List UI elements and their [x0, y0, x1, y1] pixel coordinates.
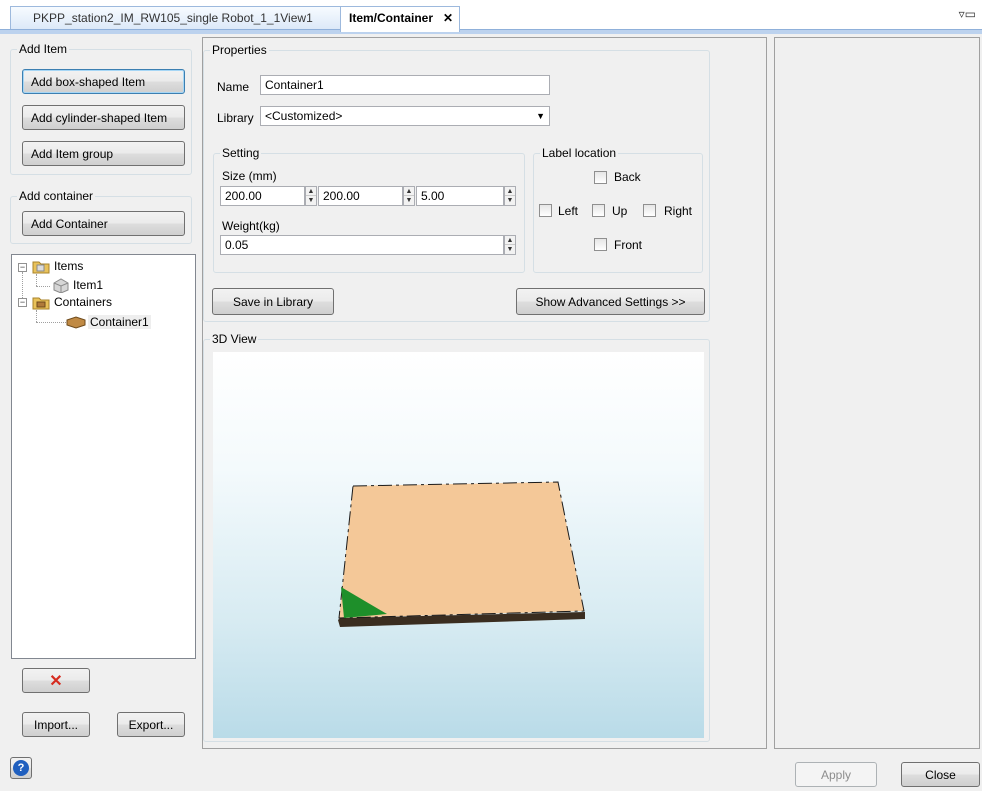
tree-node-containers[interactable]: Containers [54, 295, 112, 309]
up-label: Up [612, 204, 628, 218]
name-input[interactable]: Container1 [260, 75, 550, 95]
containers-folder-icon [32, 297, 50, 310]
chevron-down-icon: ▼ [536, 111, 545, 121]
back-label: Back [614, 170, 641, 184]
tree-connector [36, 274, 37, 286]
window-controls-icon[interactable]: ▿▭ [959, 7, 976, 21]
size-y-spinner[interactable]: ▲ ▼ [403, 186, 415, 206]
export-button[interactable]: Export... [117, 712, 185, 737]
tree-node-item1[interactable]: Item1 [73, 278, 103, 292]
3d-view-group-title: 3D View [210, 332, 259, 346]
items-folder-icon [32, 261, 50, 274]
library-selected-value: <Customized> [265, 109, 343, 123]
size-z-spinner[interactable]: ▲ ▼ [504, 186, 516, 206]
left-label: Left [558, 204, 579, 218]
size-x-spinner[interactable]: ▲ ▼ [305, 186, 317, 206]
add-box-item-button[interactable]: Add box-shaped Item [22, 69, 185, 94]
setting-group-title: Setting [220, 146, 262, 160]
document-tab-strip: PKPP_station2_IM_RW105_single Robot_1_1V… [0, 0, 982, 34]
size-label: Size (mm) [222, 169, 277, 183]
weight-spinner[interactable]: ▲ ▼ [504, 235, 516, 255]
apply-button[interactable]: Apply [795, 762, 877, 787]
tree-connector [36, 322, 66, 323]
tree-node-items[interactable]: Items [54, 259, 83, 273]
label-location-group-title: Label location [540, 146, 619, 160]
help-icon: ? [13, 760, 29, 776]
library-label: Library [217, 111, 254, 125]
add-container-button[interactable]: Add Container [22, 211, 185, 236]
size-y-input[interactable]: 200.00 [318, 186, 403, 206]
tab-station-view-label: PKPP_station2_IM_RW105_single Robot_1_1V… [33, 11, 313, 25]
left-checkbox[interactable] [539, 204, 552, 217]
delete-icon: ✕ [49, 672, 63, 690]
3d-viewport[interactable] [213, 352, 704, 738]
library-select[interactable]: <Customized> ▼ [260, 106, 550, 126]
collapse-containers-icon[interactable]: − [18, 298, 27, 307]
item-container-tree[interactable]: − Items Item1 − Containers Container1 [11, 254, 196, 659]
show-advanced-settings-button[interactable]: Show Advanced Settings >> [516, 288, 705, 315]
name-label: Name [217, 80, 250, 94]
back-checkbox[interactable] [594, 171, 607, 184]
container-box-icon [66, 316, 86, 329]
right-checkbox[interactable] [643, 204, 656, 217]
tab-item-container-label: Item/Container [349, 11, 434, 25]
weight-label: Weight(kg) [222, 219, 280, 233]
front-label: Front [614, 238, 643, 252]
properties-group-title: Properties [210, 43, 269, 57]
add-cylinder-item-button[interactable]: Add cylinder-shaped Item [22, 105, 185, 130]
close-tab-icon[interactable]: ✕ [443, 7, 453, 29]
delete-button[interactable]: ✕ [22, 668, 90, 693]
item-box-icon [53, 278, 69, 293]
tree-connector [22, 272, 23, 298]
add-container-group-title: Add container [17, 189, 96, 203]
tree-connector [36, 286, 50, 287]
3d-container-render [338, 481, 585, 627]
weight-input[interactable]: 0.05 [220, 235, 504, 255]
close-button[interactable]: Close [901, 762, 980, 787]
help-button[interactable]: ? [10, 757, 32, 779]
add-item-group-title: Add Item [17, 42, 70, 56]
up-checkbox[interactable] [592, 204, 605, 217]
right-label: Right [664, 204, 693, 218]
add-item-group-button[interactable]: Add Item group [22, 141, 185, 166]
container-top-face [338, 481, 585, 619]
size-z-input[interactable]: 5.00 [416, 186, 504, 206]
tree-connector [36, 310, 37, 322]
collapse-items-icon[interactable]: − [18, 263, 27, 272]
preview-panel [774, 37, 980, 749]
tab-item-container[interactable]: Item/Container ✕ [340, 6, 460, 32]
import-button[interactable]: Import... [22, 712, 90, 737]
tree-node-container1[interactable]: Container1 [88, 315, 151, 329]
save-in-library-button[interactable]: Save in Library [212, 288, 334, 315]
front-checkbox[interactable] [594, 238, 607, 251]
size-x-input[interactable]: 200.00 [220, 186, 305, 206]
tab-station-view[interactable]: PKPP_station2_IM_RW105_single Robot_1_1V… [10, 6, 342, 30]
tab-rail [0, 29, 982, 34]
